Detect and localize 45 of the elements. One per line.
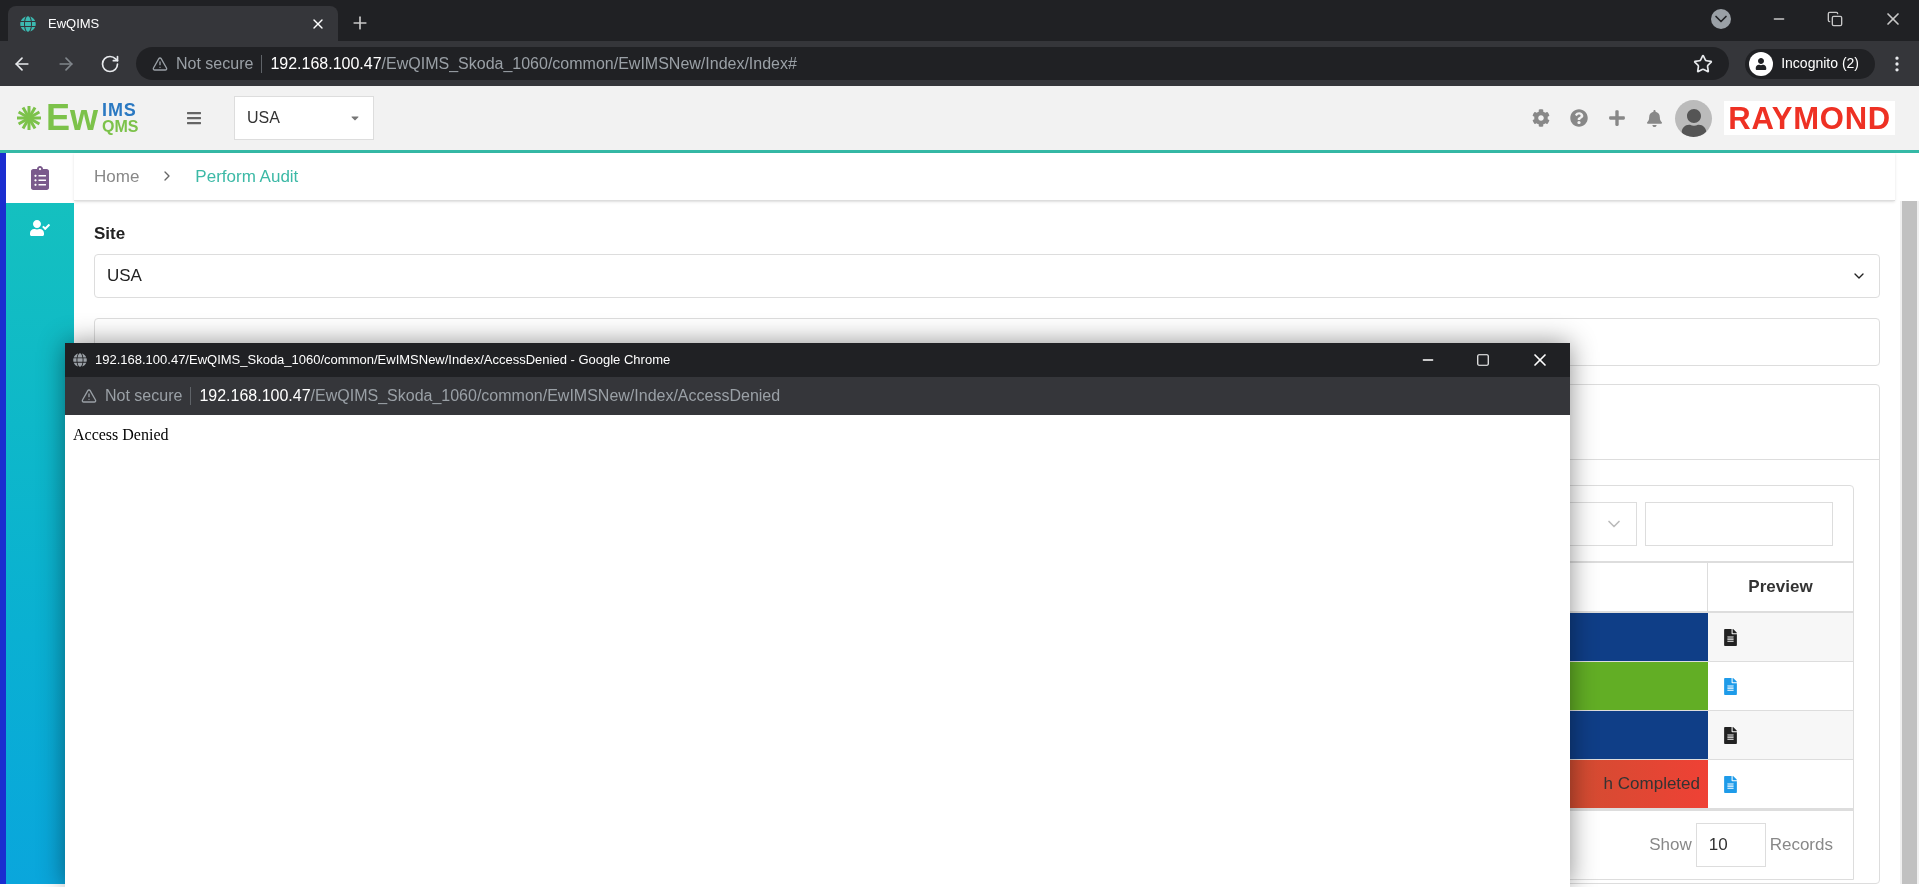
not-secure-label: Not secure [105,386,183,406]
url-text: 192.168.100.47/EwQIMS_Skoda_1060/common/EwIMSNew/Index/Index# [270,53,797,74]
site-select[interactable]: USA [94,254,1880,298]
globe-icon [73,353,87,367]
document-icon[interactable] [1724,628,1737,646]
restore-icon[interactable] [1827,11,1843,27]
add-icon[interactable] [1608,109,1627,127]
site-label: Site [94,222,127,245]
tab-title: EwQIMS [48,14,101,33]
url-text: 192.168.100.47/EwQIMS_Skoda_1060/common/EwIMSNew/Index/AccessDenied [199,386,781,406]
sidebar-item[interactable] [6,153,74,203]
sunburst-logo-icon [16,105,42,131]
not-secure-label: Not secure [176,53,254,74]
browser-tab[interactable]: EwQIMS [8,6,338,41]
warning-icon [152,55,168,72]
logo-top-text: IMS [102,101,138,119]
breadcrumb-link[interactable]: Home [94,163,140,189]
user-check-icon [30,218,50,238]
search-field[interactable] [1645,501,1833,546]
logo-bottom-text: QMS [102,119,139,135]
logo-text: Ew [46,100,98,136]
access-denied-text: Access Denied [73,426,169,443]
records-count-field[interactable]: 10 [1695,823,1766,867]
warning-icon [81,388,97,404]
column-header: Preview [1747,576,1814,599]
bookmark-star-icon[interactable] [1693,53,1714,74]
help-icon[interactable] [1570,109,1589,127]
clipboard-icon [28,166,52,190]
brand-logo: RAYMOND [1724,101,1895,135]
settings-icon[interactable] [1532,109,1551,127]
reload-icon[interactable] [100,53,120,74]
avatar[interactable] [1675,99,1713,137]
menu-icon[interactable] [186,110,202,126]
popup-title: 192.168.100.47/EwQIMS_Skoda_1060/common/EwIMSNew/Index/AccessDenied - Google Chrome [95,351,672,370]
notification-icon[interactable] [1646,109,1664,127]
breadcrumb-current: Perform Audit [195,165,299,188]
address-field[interactable]: Not secure 192.168.100.47/EwQIMS_Skoda_1060/common/EwIMSNew/Index/Index# [136,47,1730,80]
maximize-icon[interactable] [1476,353,1490,367]
show-label: Show [1649,834,1692,857]
incognito-label: Incognito (2) [1781,54,1859,73]
records-label: Records [1769,834,1833,857]
site-favicon-icon [20,15,36,32]
document-icon[interactable] [1724,726,1737,744]
incognito-chip[interactable]: Incognito (2) [1745,48,1875,79]
site-dropdown[interactable]: USA [234,96,374,140]
